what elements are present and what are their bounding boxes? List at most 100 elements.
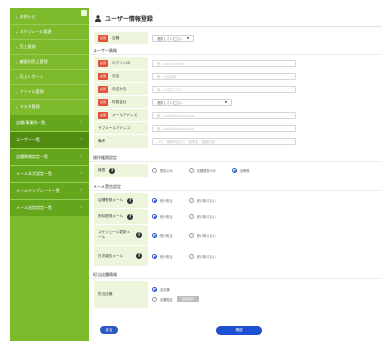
help-icon[interactable]: ? (136, 232, 142, 238)
required-badge: 必須 (98, 98, 109, 106)
required-badge: 必須 (98, 72, 109, 80)
mail-radio-group: 受け取る 受け取らない (152, 253, 232, 259)
sidebar-subitem-users[interactable]: ユーザー一覧 › (10, 132, 89, 148)
permission-option-all[interactable]: 全権限 (231, 168, 250, 173)
sidebar-subitem-stores[interactable]: 店舗/事業所一覧 › (10, 115, 89, 131)
chevron-right-icon: › (16, 74, 18, 80)
mail-option-reject[interactable]: 受け取らない (188, 253, 216, 259)
field-label: 必須 所属会社 (94, 96, 148, 108)
sidebar-item-customer-sales[interactable]: › 顧客別売上管理 (10, 55, 89, 69)
chevron-right-icon: › (80, 187, 82, 192)
radio-label: 受け取る (160, 215, 173, 219)
divider (89, 54, 382, 55)
confirm-button[interactable]: 確認 (216, 326, 262, 335)
radio-label: 受け取らない (196, 199, 216, 203)
assigned-option-all[interactable]: 全店舗 (152, 287, 170, 292)
sidebar-item-master[interactable]: › マスタ管理 (10, 100, 89, 114)
mail-option-receive[interactable]: 受け取る (152, 214, 173, 219)
notes-row: 備考 メモ・業務内容など（部署名・連絡先等） (94, 135, 377, 148)
sidebar-item-files[interactable]: › ファイル管理 (10, 85, 89, 99)
name-input[interactable]: 例：山田太郎 (152, 72, 296, 80)
chevron-down-icon: ▼ (224, 100, 227, 104)
mail-option-reject[interactable]: 受け取らない (188, 214, 216, 219)
email-input[interactable]: 例：xxx@xxxxxxx.co.jp (152, 111, 296, 119)
mail-label: 日次報告メール (98, 253, 124, 258)
radio-dot (188, 232, 194, 238)
sidebar-item-label: スケジュール管理 (19, 29, 52, 34)
field-area: 例：xxx@xxxxxxx.co.jp (148, 111, 377, 119)
login-id-row: 必須 ログインID 例：xxx.xxxxxxx (94, 57, 377, 69)
sidebar-item-schedule[interactable]: › スケジュール管理 (10, 25, 89, 39)
sidebar-item-label: 売上レポート (19, 74, 44, 79)
sidebar-subitem-mail-body[interactable]: メール本文設定一覧 › (10, 166, 89, 182)
sidebar-item-label: 店舗情報設定一覧 (16, 154, 48, 159)
radio-label: 店舗運営のみ (196, 169, 216, 173)
help-icon[interactable]: ? (127, 213, 134, 220)
page-title-text: ユーザー情報登録 (105, 16, 153, 23)
main-content: ユーザー情報登録 必須 店舗 選択してください ▼ ユーザー情報 必須 ログインID … (89, 8, 382, 341)
required-badge: 必須 (98, 59, 109, 67)
sidebar-item-sales[interactable]: › 売上管理 (10, 40, 89, 54)
mail-option-receive[interactable]: 受け取る (152, 232, 173, 238)
radio-label: 全権限 (239, 169, 250, 173)
field-area: 例：xxx@xxxxxxx.co.jp (148, 124, 377, 132)
assigned-option-specific[interactable]: 店舗指定 (152, 296, 173, 302)
store-select[interactable]: 選択してください ▼ (152, 34, 194, 42)
mail-label: 店舗登録メール (98, 198, 124, 202)
divider (89, 190, 382, 191)
mail-option-reject[interactable]: 受け取らない (188, 232, 216, 238)
store-label: 店舗 (112, 35, 120, 40)
sidebar-item-news[interactable]: › お知らせ (10, 10, 89, 24)
radio-label: 店舗指定 (160, 297, 173, 302)
assigned-stores-row: 担当店舗 全店舗 店舗指定 店舗選択 (94, 281, 377, 308)
field-label: 必須 店舗 (94, 32, 148, 44)
sub-email-input[interactable]: 例：xxx@xxxxxxx.co.jp (152, 124, 296, 132)
chevron-right-icon: › (80, 119, 82, 124)
field-label: 担当店舗 (94, 281, 148, 308)
radio-dot (188, 253, 194, 259)
help-icon[interactable]: ? (109, 167, 116, 174)
chevron-right-icon: › (16, 44, 18, 50)
field-area: 全店舗 店舗指定 店舗選択 (148, 287, 377, 302)
radio-dot-selected (152, 214, 157, 219)
mail-option-receive[interactable]: 受け取る (152, 253, 173, 259)
back-button[interactable]: 戻る (100, 326, 118, 334)
field-label: 必須 氏名かな (94, 83, 148, 95)
help-icon[interactable]: ? (127, 197, 134, 204)
chevron-right-icon: › (80, 170, 82, 175)
sidebar-item-label: メールテンプレート一覧 (16, 188, 60, 193)
field-label: 店舗登録メール? (94, 193, 148, 208)
field-area: 受け取る 受け取らない (148, 253, 377, 259)
sidebar-item-label: ファイル管理 (19, 89, 44, 94)
sidebar-subitem-mail-templates[interactable]: メールテンプレート一覧 › (10, 183, 89, 199)
notes-input[interactable]: メモ・業務内容など（部署名・連絡先等） (152, 138, 296, 145)
name-kana-input[interactable]: 例：やまだたろう (152, 85, 296, 93)
sidebar-subitem-store-settings[interactable]: 店舗情報設定一覧 › (10, 149, 89, 165)
name-label: 氏名 (112, 73, 120, 78)
mail-row-store: 店舗登録メール? 受け取る 受け取らない (94, 193, 377, 208)
divider (89, 161, 382, 162)
required-badge: 必須 (98, 85, 109, 93)
sidebar-item-label: 顧客別売上管理 (19, 59, 48, 64)
chevron-right-icon: › (16, 29, 18, 35)
mail-radio-group: 受け取る 受け取らない (152, 198, 232, 203)
company-select[interactable]: 選択してください ▼ (152, 98, 232, 106)
sidebar-item-sales-report[interactable]: › 売上レポート (10, 70, 89, 84)
chevron-down-icon: ▼ (186, 36, 189, 40)
store-row: 必須 店舗 選択してください ▼ (94, 32, 377, 44)
mail-option-reject[interactable]: 受け取らない (188, 198, 216, 203)
field-area: 受け取る 受け取らない (148, 198, 377, 203)
select-stores-button[interactable]: 店舗選択 (176, 296, 199, 302)
permission-label: 権限 (98, 168, 106, 172)
permission-option-view[interactable]: 閲覧のみ (152, 168, 173, 173)
mail-option-receive[interactable]: 受け取る (152, 198, 173, 203)
field-area: 閲覧のみ 店舗運営のみ 全権限 (148, 168, 377, 173)
mail-label: スケジュール更新メール (98, 230, 131, 239)
help-icon[interactable]: ? (136, 253, 142, 259)
company-label: 所属会社 (112, 99, 127, 104)
login-id-input[interactable]: 例：xxx.xxxxxxx (152, 59, 296, 67)
field-area: 例：山田太郎 (148, 72, 377, 80)
permission-option-store[interactable]: 店舗運営のみ (188, 168, 216, 173)
sidebar-subitem-mail-send[interactable]: メール送信設定一覧 › (10, 200, 89, 216)
sidebar-item-label: お知らせ (19, 14, 36, 19)
